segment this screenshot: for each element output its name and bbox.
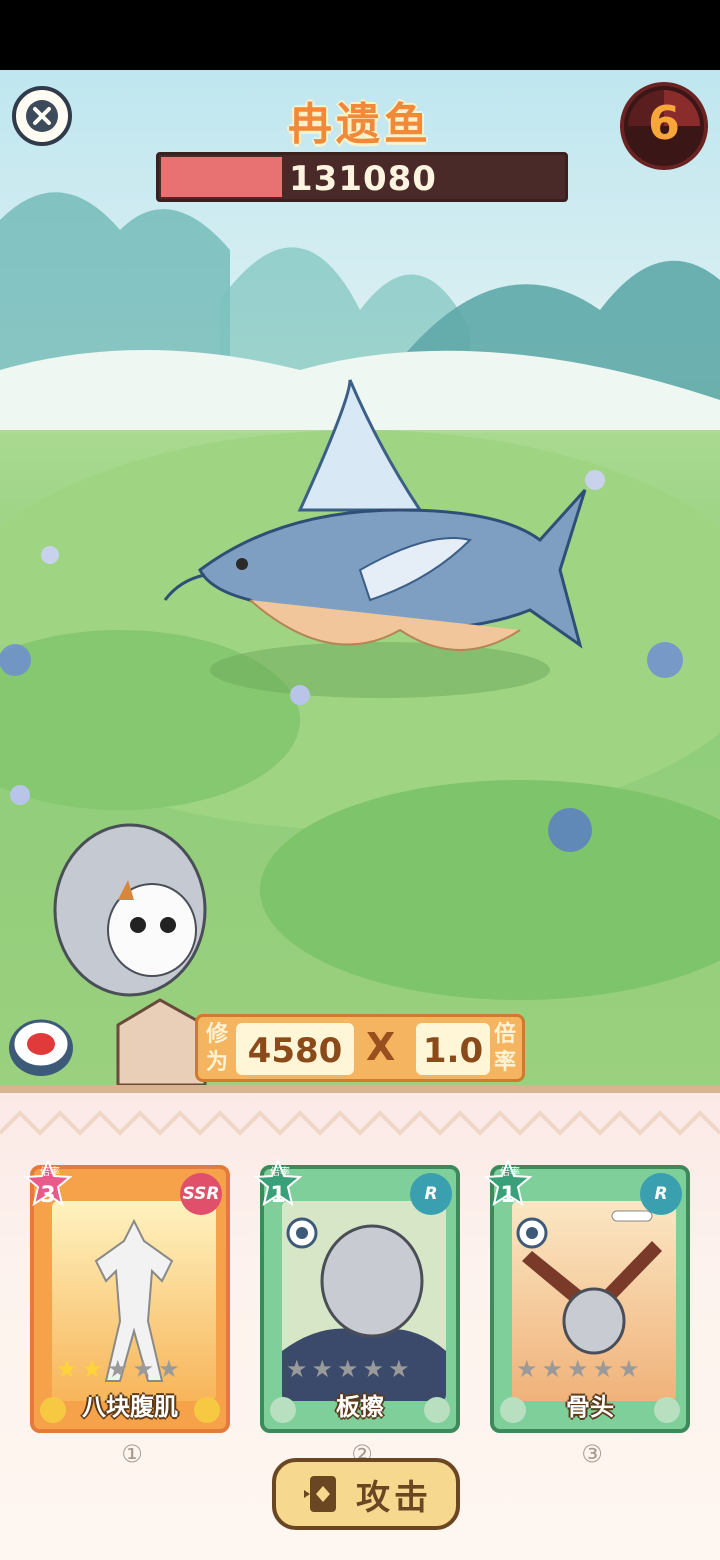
star-empty-icon: ★ <box>158 1355 180 1383</box>
star-filled-icon: ★ <box>81 1355 104 1383</box>
rarity-badge: R <box>640 1173 682 1215</box>
multiplier-value: 1.0 <box>422 1031 484 1071</box>
card-1[interactable]: 3 倍率 SSR ★ ★ ★ ★ ★ 八块腹肌 <box>24 1159 230 1433</box>
boss-hp-value: 131080 <box>289 159 437 199</box>
scene-background <box>0 192 720 1085</box>
card-2[interactable]: 1 倍率 R ★ ★ ★ ★ ★ 板擦 <box>254 1159 460 1433</box>
card-name: 八块腹肌 <box>82 1393 178 1421</box>
star-filled-icon: ★ <box>56 1355 78 1383</box>
star-empty-icon: ★ <box>286 1355 308 1383</box>
boss-hp-bar: 131080 <box>156 152 568 202</box>
star-empty-icon: ★ <box>388 1355 410 1383</box>
card-level: 1 <box>270 1183 286 1208</box>
star-empty-icon: ★ <box>541 1355 564 1383</box>
status-bar <box>0 0 720 70</box>
rarity-badge: SSR <box>180 1173 222 1215</box>
card-level-label: 倍率 <box>270 1167 290 1178</box>
tray-pattern <box>0 1110 720 1136</box>
boss-hp-fill <box>161 157 282 197</box>
star-empty-icon: ★ <box>311 1355 334 1383</box>
card-icon <box>304 1476 336 1512</box>
battle-scene: 冉遗鱼 131080 6 修为 4580 X 1.0 倍率 <box>0 70 720 1085</box>
star-empty-icon: ★ <box>592 1355 615 1383</box>
multiplier-box: 1.0 <box>416 1023 490 1075</box>
star-empty-icon: ★ <box>567 1355 589 1383</box>
star-empty-icon: ★ <box>107 1355 129 1383</box>
rarity-badge: R <box>410 1173 452 1215</box>
power-label: 修为 <box>206 1022 229 1075</box>
card-index-3: ③ <box>581 1440 603 1468</box>
boss-name: 冉遗鱼 <box>288 99 432 150</box>
power-box: 4580 <box>236 1023 354 1075</box>
attack-label: 攻击 <box>356 1477 432 1518</box>
card-level: 1 <box>500 1183 516 1208</box>
multiply-sign: X <box>366 1025 396 1069</box>
card-level-label: 倍率 <box>40 1167 60 1178</box>
star-empty-icon: ★ <box>516 1355 538 1383</box>
star-empty-icon: ★ <box>337 1355 359 1383</box>
attack-button[interactable]: 攻击 <box>272 1458 460 1530</box>
card-stars: ★ ★ ★ ★ ★ <box>286 1357 446 1381</box>
target-disc-icon <box>9 1019 73 1076</box>
card-index-1: ① <box>121 1440 143 1468</box>
card-name: 板擦 <box>336 1393 384 1421</box>
star-empty-icon: ★ <box>132 1355 155 1383</box>
card-name: 骨头 <box>566 1393 614 1421</box>
card-level-label: 倍率 <box>500 1167 520 1178</box>
power-panel: 修为 4580 X 1.0 倍率 <box>195 1014 525 1082</box>
card-stars: ★ ★ ★ ★ ★ <box>516 1357 676 1381</box>
card-stars: ★ ★ ★ ★ ★ <box>56 1357 216 1381</box>
star-empty-icon: ★ <box>362 1355 385 1383</box>
turn-counter: 6 <box>620 82 708 170</box>
player-character-sprite <box>53 823 207 1085</box>
power-value: 4580 <box>247 1031 343 1071</box>
turns-left-value: 6 <box>647 96 680 150</box>
card-3[interactable]: 1 倍率 R ★ ★ ★ ★ ★ 骨头 <box>484 1159 690 1433</box>
multiplier-label: 倍率 <box>494 1022 517 1075</box>
card-level: 3 <box>40 1183 56 1208</box>
star-empty-icon: ★ <box>618 1355 640 1383</box>
